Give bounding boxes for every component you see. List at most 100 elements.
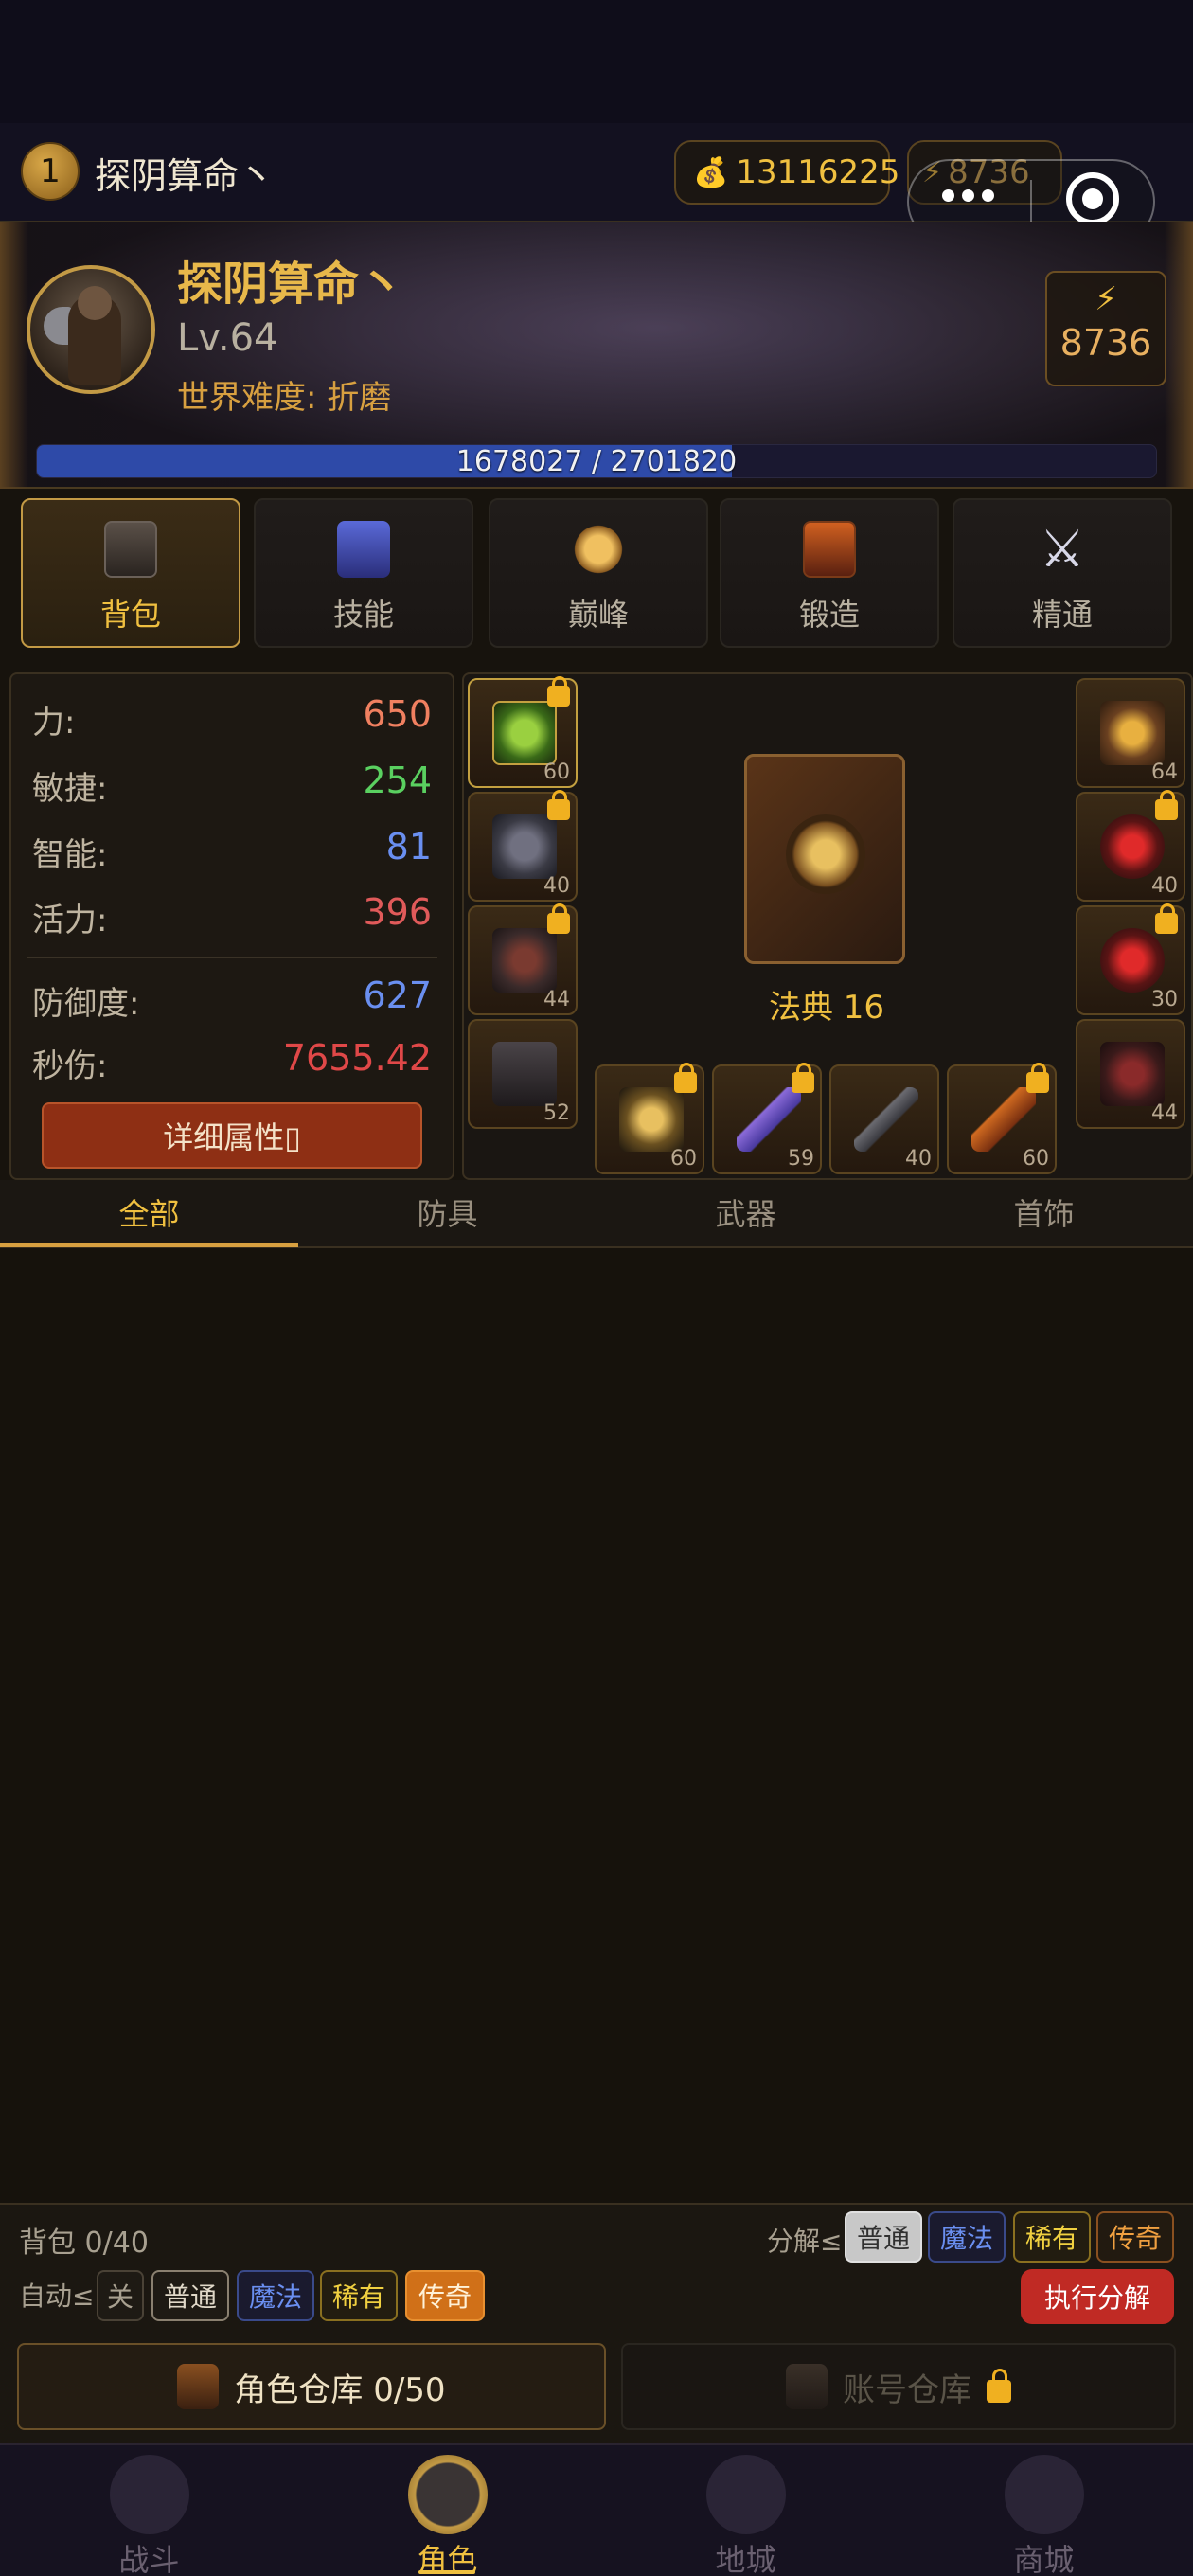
banner-frame-left xyxy=(0,222,28,489)
equip-slot-gloves[interactable]: 44 xyxy=(468,903,578,1015)
defense-label: 防御度: xyxy=(32,985,140,1023)
defense-value: 627 xyxy=(363,975,432,1016)
intelligence-value: 81 xyxy=(385,826,432,868)
lock-icon xyxy=(547,790,570,820)
lock-icon xyxy=(547,903,570,934)
auto-legendary[interactable]: 传奇 xyxy=(405,2270,485,2321)
barbarian-head-icon xyxy=(78,286,112,320)
level-badge: 1 xyxy=(21,142,80,201)
tab-label: 技能 xyxy=(332,597,394,633)
avatar[interactable] xyxy=(27,265,155,394)
lock-icon xyxy=(674,1063,697,1093)
tab-forge[interactable]: 锻造 xyxy=(720,498,939,648)
boots-icon xyxy=(1100,1042,1165,1106)
dexterity-value: 254 xyxy=(363,760,432,801)
paragon-star-icon xyxy=(572,521,625,578)
nav-label: 战斗 xyxy=(118,2542,180,2576)
filter-all[interactable]: 全部 xyxy=(0,1186,298,1243)
auto-magic[interactable]: 魔法 xyxy=(237,2270,314,2321)
equip-slot-ring-1[interactable]: 40 xyxy=(1076,790,1185,902)
slot-level: 40 xyxy=(905,1147,932,1171)
backpack-icon xyxy=(104,521,157,578)
forge-chest-icon xyxy=(803,521,856,578)
auto-common[interactable]: 普通 xyxy=(151,2270,229,2321)
equip-slot-hammer[interactable]: 60 xyxy=(947,1063,1057,1174)
filter-jewelry[interactable]: 首饰 xyxy=(895,1186,1193,1243)
power-value: 8736 xyxy=(1059,322,1152,364)
status-bar-area xyxy=(0,0,1193,123)
decompose-magic[interactable]: 魔法 xyxy=(928,2211,1006,2263)
filter-armor[interactable]: 防具 xyxy=(298,1186,596,1243)
slot-level: 52 xyxy=(543,1101,570,1125)
nav-label: 地城 xyxy=(715,2542,776,2576)
tab-mastery[interactable]: ⚔ 精通 xyxy=(953,498,1172,648)
intelligence-label: 智能: xyxy=(32,836,108,874)
xp-bar: 1678027 / 2701820 xyxy=(36,444,1157,478)
more-menu-icon[interactable] xyxy=(942,189,994,202)
role-storage-label: 角色仓库 0/50 xyxy=(234,2370,446,2409)
decompose-rare[interactable]: 稀有 xyxy=(1013,2211,1091,2263)
nav-character[interactable]: 角色 xyxy=(298,2443,596,2576)
helmet-icon xyxy=(492,701,557,765)
tab-label: 巅峰 xyxy=(567,597,629,633)
slot-level: 60 xyxy=(670,1147,697,1171)
auto-rare[interactable]: 稀有 xyxy=(320,2270,398,2321)
equip-slot-boots[interactable]: 44 xyxy=(1076,1019,1185,1129)
tab-label: 精通 xyxy=(1031,597,1093,633)
equip-slot-chest[interactable]: 40 xyxy=(468,790,578,902)
equip-slot-axe[interactable]: 40 xyxy=(829,1064,939,1174)
filter-weapons[interactable]: 武器 xyxy=(596,1186,895,1243)
tab-label: 锻造 xyxy=(798,597,860,633)
slot-level: 59 xyxy=(788,1147,814,1171)
ring-icon xyxy=(1100,814,1165,879)
capsule-divider xyxy=(1030,180,1032,224)
codex-label: 法典 16 xyxy=(768,989,885,1027)
decompose-label: 分解≤ xyxy=(767,2226,843,2257)
decompose-common[interactable]: 普通 xyxy=(845,2211,922,2263)
gold-counter[interactable]: 💰 13116225 xyxy=(674,140,899,205)
lock-icon xyxy=(1155,790,1178,820)
shop-icon xyxy=(1004,2455,1084,2534)
power-box[interactable]: ⚡ 8736 xyxy=(1045,271,1166,386)
gloves-icon xyxy=(492,928,557,993)
lightning-icon: ⚡ xyxy=(1095,280,1117,318)
equip-slot-pants[interactable]: 52 xyxy=(468,1019,578,1129)
equip-slot-main-hand-axe[interactable]: 60 xyxy=(595,1063,704,1174)
xp-text: 1678027 / 2701820 xyxy=(455,444,738,478)
auto-off[interactable]: 关 xyxy=(97,2270,144,2321)
storage-chest-icon xyxy=(177,2364,220,2409)
nav-battle[interactable]: 战斗 xyxy=(0,2443,298,2576)
tab-backpack[interactable]: 背包 xyxy=(21,498,240,648)
equip-slot-sword[interactable]: 59 xyxy=(712,1063,822,1174)
tab-skills[interactable]: 技能 xyxy=(254,498,473,648)
codex-emblem-icon xyxy=(786,814,865,894)
account-storage-button[interactable]: 账号仓库 xyxy=(621,2343,1176,2430)
nav-shop[interactable]: 商城 xyxy=(895,2443,1193,2576)
lock-icon xyxy=(1026,1063,1049,1093)
slot-level: 60 xyxy=(1023,1147,1049,1171)
character-helmet-icon xyxy=(407,2455,488,2534)
gold-value: 13116225 xyxy=(736,153,900,191)
inventory-grid xyxy=(0,1248,1193,2203)
close-miniprogram-icon[interactable] xyxy=(1066,172,1119,225)
execute-decompose-button[interactable]: 执行分解 xyxy=(1021,2269,1174,2324)
money-bag-icon: 💰 xyxy=(693,155,729,189)
ring-icon xyxy=(1100,928,1165,993)
slot-level: 40 xyxy=(1151,874,1178,898)
skill-rune-icon xyxy=(337,521,390,578)
player-name: 探阴算命丶 xyxy=(95,155,276,197)
dungeon-icon xyxy=(705,2455,786,2534)
equip-slot-ring-2[interactable]: 30 xyxy=(1076,903,1185,1015)
lock-icon xyxy=(547,676,570,707)
bag-count: 背包 0/40 xyxy=(19,2227,149,2260)
vitality-value: 396 xyxy=(363,891,432,933)
role-storage-button[interactable]: 角色仓库 0/50 xyxy=(17,2343,606,2430)
nav-dungeon[interactable]: 地城 xyxy=(596,2443,895,2576)
slot-level: 60 xyxy=(543,760,570,784)
equip-slot-amulet[interactable]: 64 xyxy=(1076,678,1185,788)
tab-paragon[interactable]: 巅峰 xyxy=(489,498,708,648)
equip-slot-helmet[interactable]: 60 xyxy=(468,676,578,788)
hero-level: Lv.64 xyxy=(177,316,278,360)
decompose-legendary[interactable]: 传奇 xyxy=(1096,2211,1174,2263)
detail-attributes-button[interactable]: 详细属性▯ xyxy=(42,1102,422,1169)
